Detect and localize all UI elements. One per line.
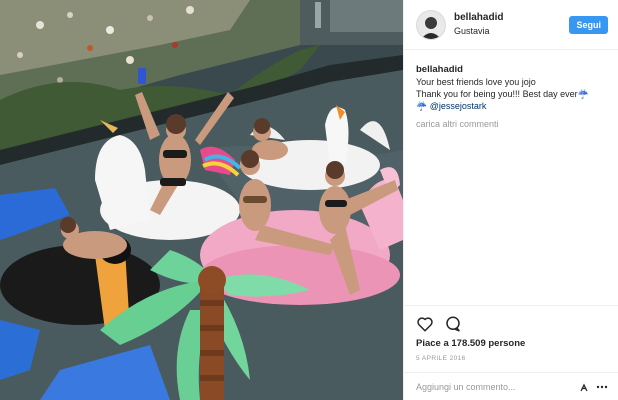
follow-button[interactable]: Segui <box>569 15 608 34</box>
header-text: bellahadid Gustavia <box>454 11 569 38</box>
more-options-icon[interactable] <box>596 381 608 393</box>
add-comment-bar <box>404 372 618 400</box>
likes-count-text: Piace a 178.509 persone <box>416 338 526 349</box>
avatar[interactable] <box>416 9 446 40</box>
post-date: 5 APRILE 2016 <box>416 355 466 362</box>
profile-picture-icon <box>417 10 445 39</box>
post-actions: Piace a 178.509 persone 5 APRILE 2016 <box>404 305 618 362</box>
location-link[interactable]: Gustavia <box>454 25 569 38</box>
comment-bubble-icon[interactable] <box>444 315 462 333</box>
username-link[interactable]: bellahadid <box>454 11 569 24</box>
comments-section: bellahadid Your best friends love you jo… <box>404 50 618 130</box>
comment-input[interactable] <box>416 381 572 392</box>
instagram-post: bellahadid Gustavia Segui bellahadid You… <box>0 0 618 400</box>
load-more-comments-link[interactable]: carica altri commenti <box>416 118 606 130</box>
mention-link[interactable]: @jessejostark <box>430 101 487 111</box>
bookmark-icon[interactable] <box>578 381 590 393</box>
post-photo[interactable] <box>0 0 403 400</box>
caption-line-2-text: Thank you for being you!!! Best day ever <box>416 89 578 99</box>
umbrella-emoji-icon: ☔ <box>416 101 428 111</box>
post-side-panel: bellahadid Gustavia Segui bellahadid You… <box>403 0 618 400</box>
caption-line-3: ☔ @jessejostark <box>416 100 606 112</box>
caption-username[interactable]: bellahadid <box>416 64 606 76</box>
umbrella-emoji-icon: ☔ <box>577 89 589 99</box>
caption-line-1: Your best friends love you jojo <box>416 77 536 87</box>
pool-party-photo <box>0 0 403 400</box>
post-header: bellahadid Gustavia Segui <box>404 0 618 50</box>
heart-icon[interactable] <box>416 315 434 333</box>
caption-line-2: Thank you for being you!!! Best day ever… <box>416 88 606 100</box>
action-icons <box>416 314 606 334</box>
likes-count[interactable]: Piace a 178.509 persone <box>416 338 606 349</box>
